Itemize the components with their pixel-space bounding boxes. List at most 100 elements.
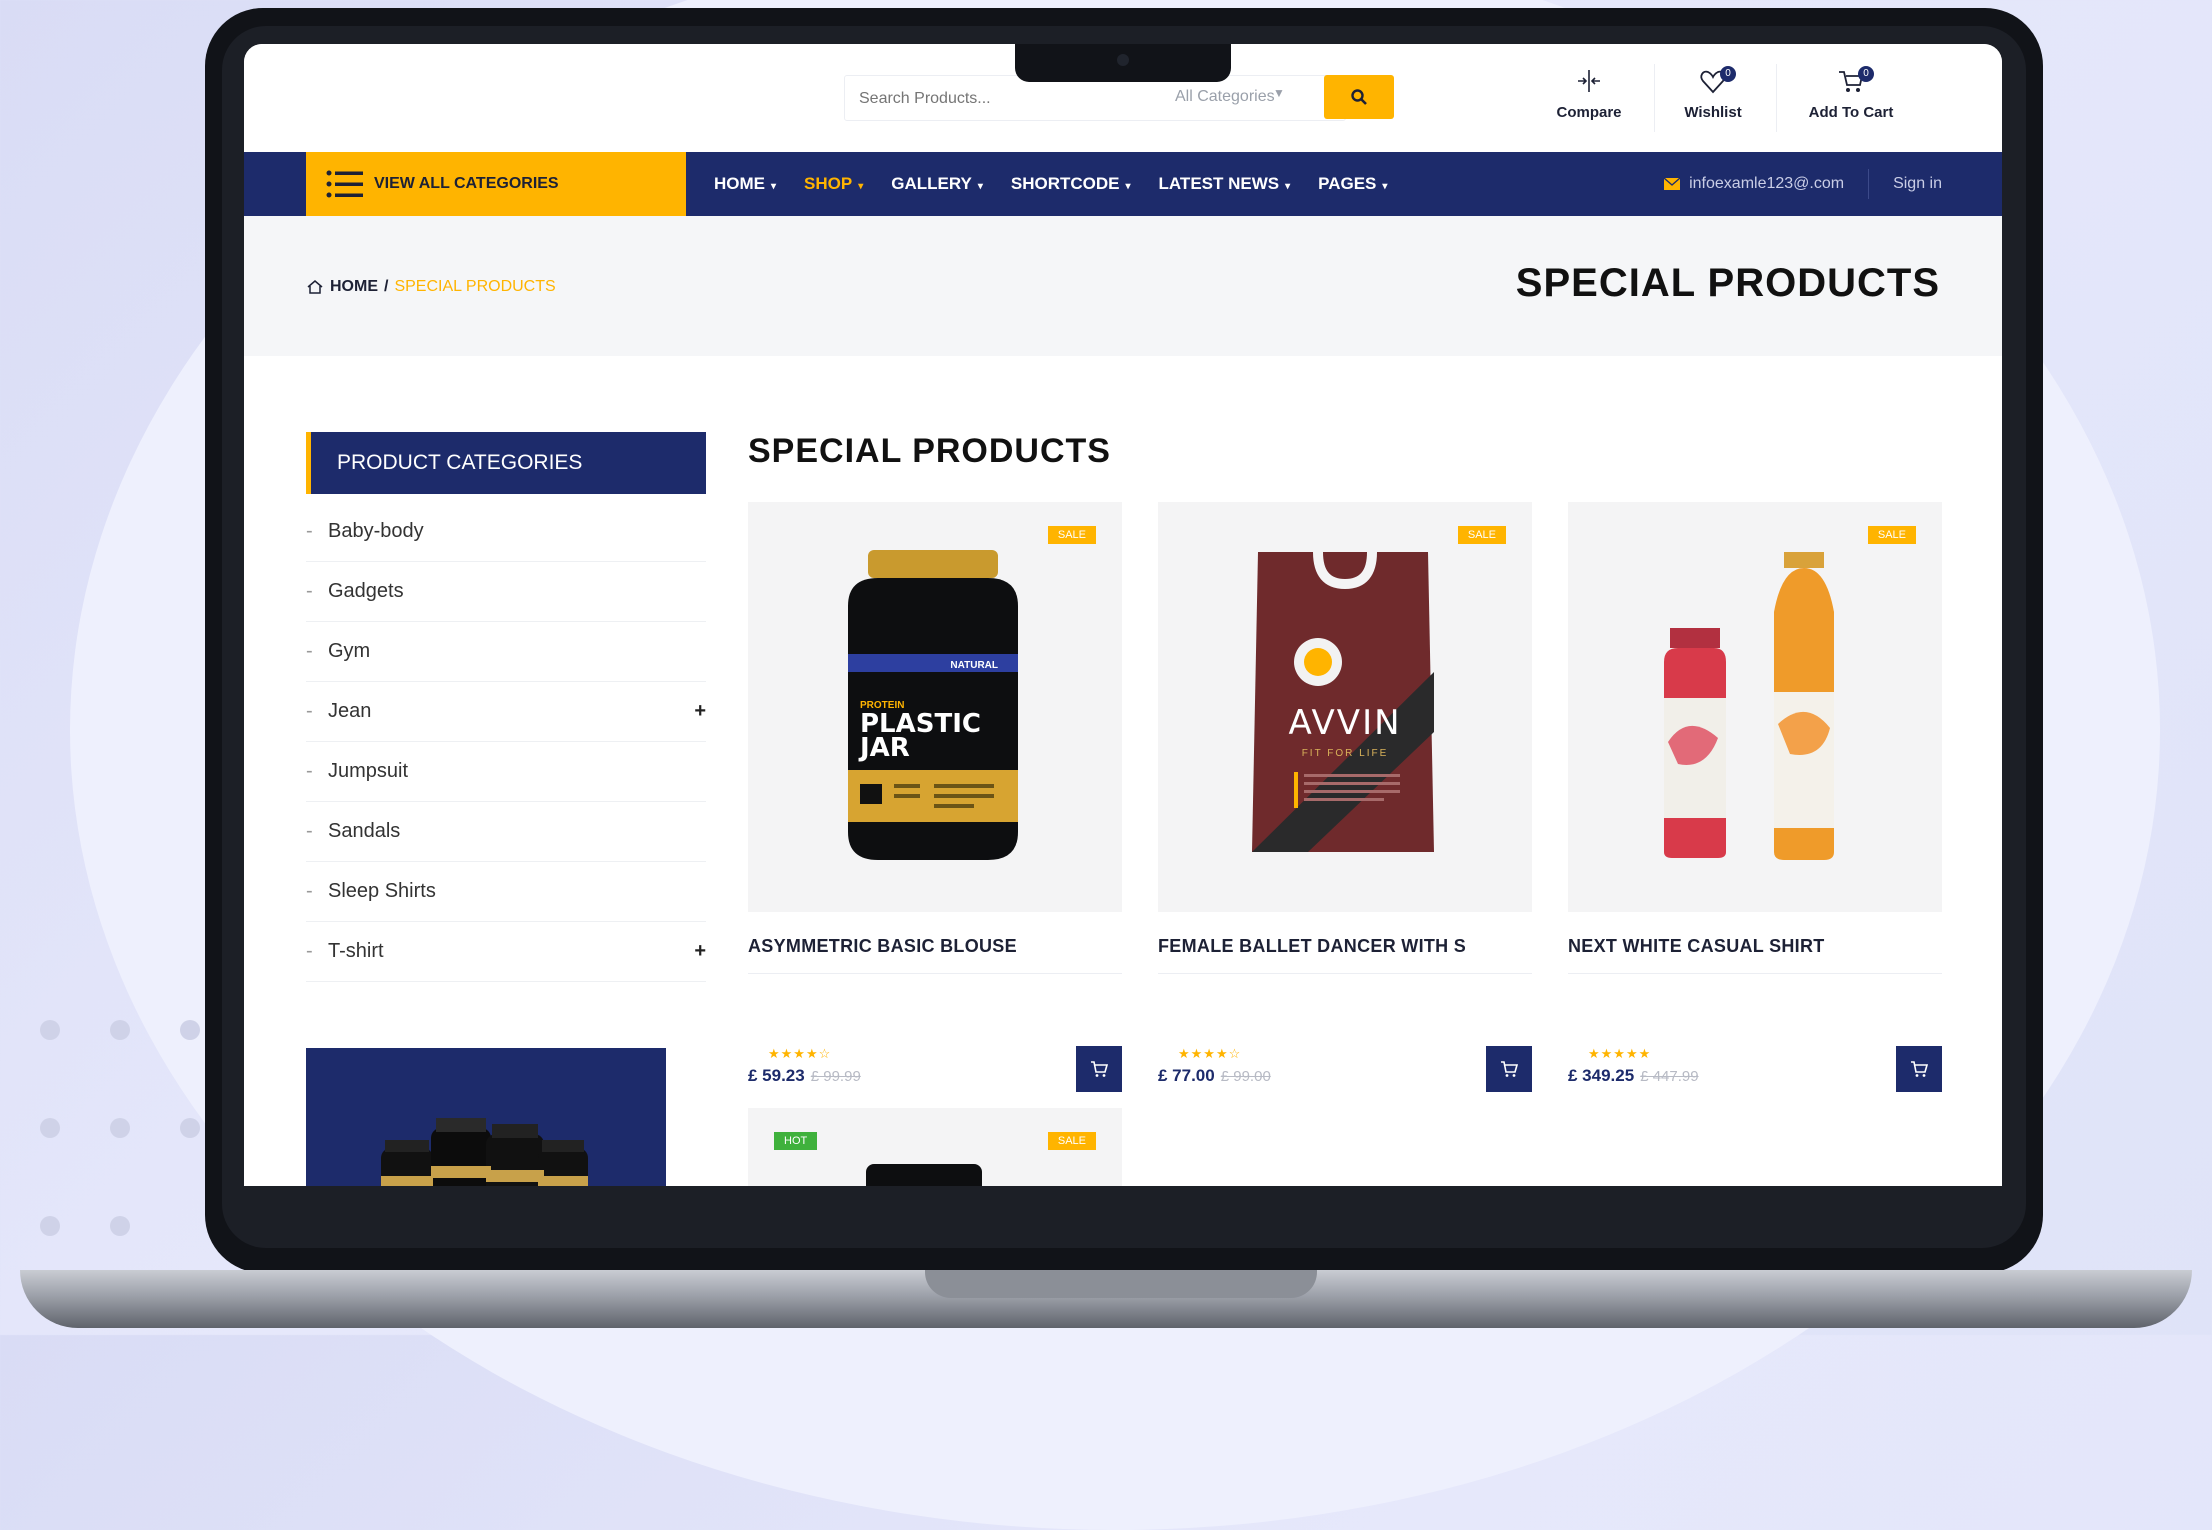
nav-item-home[interactable]: HOME ▾ bbox=[714, 174, 776, 194]
menu-icon bbox=[326, 170, 363, 198]
star-rating: ★★★★★ bbox=[1588, 1046, 1652, 1061]
email-text: infoexamle123@.com bbox=[1689, 175, 1845, 192]
current-price: £ 59.23 bbox=[748, 1066, 805, 1085]
nav-item-shortcode[interactable]: SHORTCODE ▾ bbox=[1011, 174, 1131, 194]
wishlist-count-badge: 0 bbox=[1720, 66, 1736, 82]
category-item-t-shirt[interactable]: - T-shirt + bbox=[306, 922, 706, 982]
category-item-jumpsuit[interactable]: - Jumpsuit bbox=[306, 742, 706, 802]
heart-icon: 0 bbox=[1658, 66, 1768, 100]
product-card[interactable]: SALE NATURAL PROTEIN PLASTIC JAR ASYMMET… bbox=[748, 502, 1122, 1092]
sidebar-promo-banner[interactable] bbox=[306, 1048, 666, 1186]
category-label: Sleep Shirts bbox=[328, 880, 436, 902]
category-item-jean[interactable]: - Jean + bbox=[306, 682, 706, 742]
dash-icon: - bbox=[306, 820, 313, 842]
section-title: SPECIAL PRODUCTS bbox=[748, 432, 1111, 470]
mail-icon bbox=[1663, 177, 1681, 190]
star-rating: ★★★★☆ bbox=[768, 1046, 832, 1061]
old-price: £ 99.99 bbox=[810, 1068, 861, 1085]
search-input[interactable] bbox=[857, 86, 1121, 112]
product-image[interactable]: SALE NATURAL PROTEIN PLASTIC JAR bbox=[748, 502, 1122, 912]
category-label: Gadgets bbox=[328, 580, 404, 602]
search-button[interactable] bbox=[1324, 75, 1394, 119]
cart-count-badge: 0 bbox=[1858, 66, 1874, 82]
divider bbox=[1568, 973, 1942, 974]
price: £ 59.23 £ 99.99 bbox=[748, 1066, 861, 1086]
dash-icon: - bbox=[306, 880, 313, 902]
add-to-cart-button[interactable] bbox=[1896, 1046, 1942, 1092]
supplement-jars-image bbox=[381, 1118, 588, 1186]
search-icon bbox=[1351, 89, 1367, 105]
category-label: Sandals bbox=[328, 820, 401, 842]
product-image bbox=[866, 1164, 982, 1186]
nav-item-shop[interactable]: SHOP ▾ bbox=[804, 174, 863, 194]
view-all-categories-label: VIEW ALL CATEGORIES bbox=[374, 175, 559, 192]
laptop-base-notch bbox=[925, 1270, 1317, 1298]
nav-item-pages[interactable]: PAGES ▾ bbox=[1318, 174, 1387, 194]
breadcrumb-home[interactable]: HOME bbox=[330, 278, 378, 296]
product-image[interactable]: SALE AVVIN FIT FOR LIFE bbox=[1158, 502, 1532, 912]
old-price: £ 447.99 bbox=[1640, 1068, 1699, 1085]
product-card[interactable]: SALE NEXT WHITE CASUAL SHIRT ★★★★★ £ 349… bbox=[1568, 502, 1942, 1092]
current-price: £ 77.00 bbox=[1158, 1066, 1215, 1085]
page-title: SPECIAL PRODUCTS bbox=[1515, 261, 1940, 305]
category-item-gadgets[interactable]: - Gadgets bbox=[306, 562, 706, 622]
bag-brand-text: AVVIN bbox=[1288, 703, 1401, 743]
nav-item-gallery[interactable]: GALLERY ▾ bbox=[891, 174, 983, 194]
wishlist-link[interactable]: 0 Wishlist bbox=[1658, 66, 1768, 136]
breadcrumb: HOME / SPECIAL PRODUCTS bbox=[306, 278, 556, 296]
divider bbox=[748, 973, 1122, 974]
add-to-cart-button[interactable] bbox=[1076, 1046, 1122, 1092]
product-name[interactable]: NEXT WHITE CASUAL SHIRT bbox=[1568, 936, 1942, 957]
home-icon bbox=[307, 280, 323, 294]
signin-link[interactable]: Sign in bbox=[1893, 175, 1942, 193]
view-all-categories-button[interactable]: VIEW ALL CATEGORIES bbox=[306, 152, 686, 216]
product-categories-heading: PRODUCT CATEGORIES bbox=[306, 432, 706, 494]
cart-label: Add To Cart bbox=[1808, 104, 1894, 121]
product-image[interactable]: SALE bbox=[1568, 502, 1942, 912]
dash-icon: - bbox=[306, 760, 313, 782]
category-label: T-shirt bbox=[328, 940, 384, 962]
nav-right: infoexamle123@.com Sign in bbox=[1663, 152, 1942, 216]
cart-icon: 0 bbox=[1786, 66, 1916, 100]
compare-label: Compare bbox=[1556, 104, 1622, 121]
product-card[interactable]: HOT SALE bbox=[748, 1108, 1122, 1186]
chevron-down-icon: ▾ bbox=[1382, 181, 1388, 192]
category-item-sleep-shirts[interactable]: - Sleep Shirts bbox=[306, 862, 706, 922]
nav-item-label: LATEST NEWS bbox=[1158, 174, 1280, 193]
category-item-gym[interactable]: - Gym bbox=[306, 622, 706, 682]
juice-bottles-image bbox=[1664, 552, 1834, 860]
email-link[interactable]: infoexamle123@.com bbox=[1663, 175, 1844, 193]
dash-icon: - bbox=[306, 940, 313, 962]
plus-icon[interactable]: + bbox=[694, 700, 706, 723]
protein-jar-image: NATURAL PROTEIN PLASTIC JAR bbox=[848, 550, 1018, 860]
category-item-baby-body[interactable]: - Baby-body bbox=[306, 502, 706, 562]
chevron-down-icon: ▾ bbox=[1285, 181, 1291, 192]
nav-item-latest-news[interactable]: LATEST NEWS ▾ bbox=[1159, 174, 1291, 194]
chevron-down-icon: ▾ bbox=[771, 181, 777, 192]
nav-menu: HOME ▾ SHOP ▾ GALLERY ▾ SHORTCODE ▾ LATEST N… bbox=[714, 152, 1387, 216]
cart-icon bbox=[1501, 1061, 1519, 1077]
chevron-down-icon: ▾ bbox=[1125, 181, 1131, 192]
divider bbox=[1158, 973, 1532, 974]
nav-item-label: SHORTCODE bbox=[1010, 174, 1120, 193]
compare-link[interactable]: Compare bbox=[1534, 66, 1644, 136]
add-to-cart-button[interactable] bbox=[1486, 1046, 1532, 1092]
compare-icon bbox=[1534, 66, 1644, 100]
product-card[interactable]: SALE AVVIN FIT FOR LIFE FEMALE BALLET DA… bbox=[1158, 502, 1532, 1092]
category-select[interactable]: All Categories bbox=[1175, 88, 1275, 106]
product-name[interactable]: FEMALE BALLET DANCER WITH S bbox=[1158, 936, 1532, 957]
avvin-bag-image: AVVIN FIT FOR LIFE bbox=[1252, 551, 1434, 852]
cart-link[interactable]: 0 Add To Cart bbox=[1786, 66, 1916, 136]
camera-notch bbox=[1015, 44, 1231, 82]
category-label: Jean bbox=[328, 700, 372, 722]
category-item-sandals[interactable]: - Sandals bbox=[306, 802, 706, 862]
sale-badge: SALE bbox=[1047, 526, 1096, 544]
category-list: - Baby-body - Gadgets - Gym - Jean + - Jumpsui… bbox=[306, 502, 706, 982]
price: £ 349.25 £ 447.99 bbox=[1568, 1066, 1699, 1086]
product-name[interactable]: ASYMMETRIC BASIC BLOUSE bbox=[748, 936, 1122, 957]
category-label: Jumpsuit bbox=[328, 760, 409, 782]
plus-icon[interactable]: + bbox=[694, 940, 706, 963]
nav-divider bbox=[1868, 169, 1870, 199]
sale-badge: SALE bbox=[1867, 526, 1916, 544]
cart-icon bbox=[1091, 1061, 1109, 1077]
